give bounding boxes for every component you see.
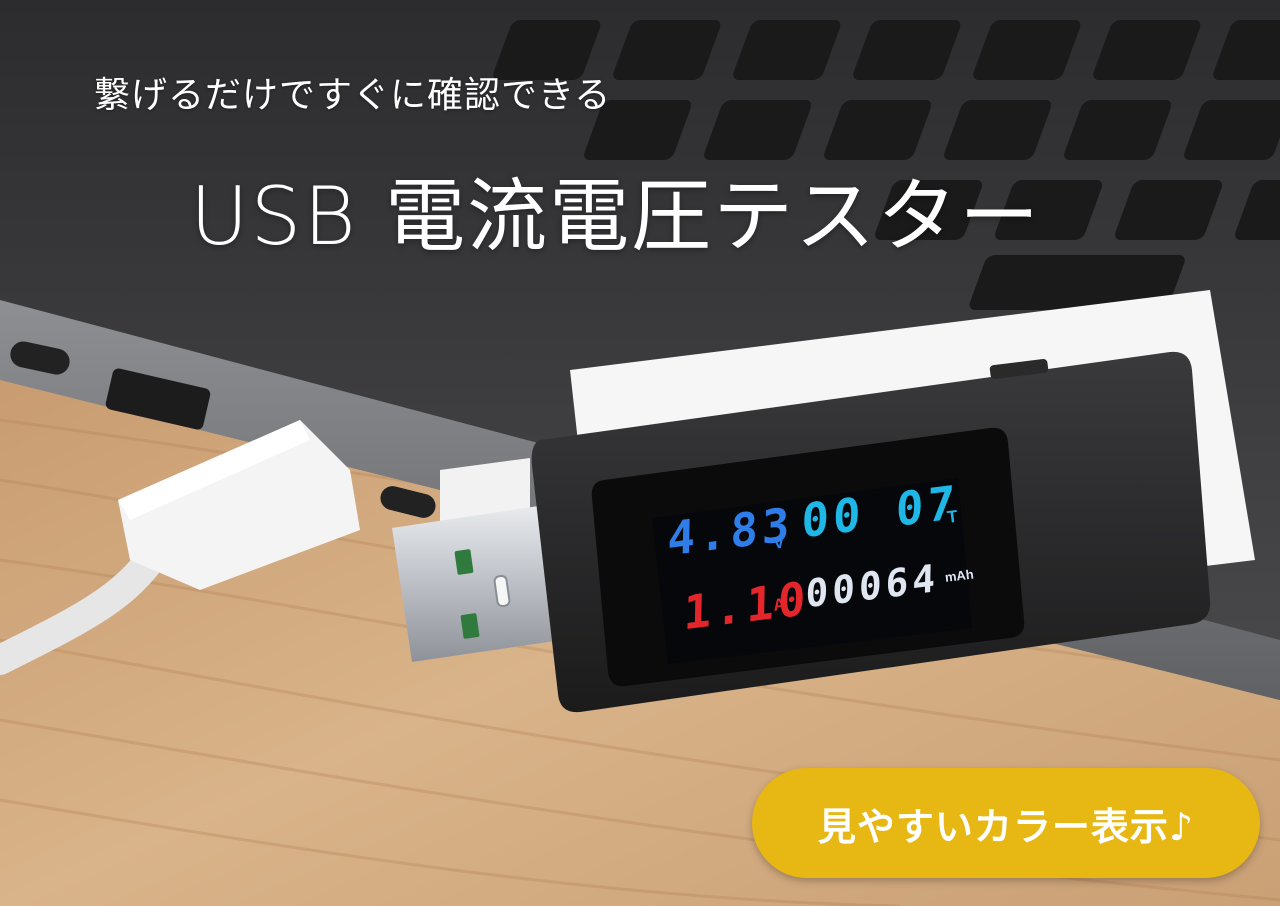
feature-badge-label: 見やすいカラー表示♪ [817,804,1195,849]
usb-a-plug [392,505,562,662]
headline-title: USB 電流電圧テスター [190,170,1042,263]
feature-badge: 見やすいカラー表示♪ [752,768,1260,878]
voltage-unit: V [772,532,786,553]
current-unit: A [772,594,787,615]
headline-subtitle: 繋げるだけですぐに確認できる [94,75,612,116]
